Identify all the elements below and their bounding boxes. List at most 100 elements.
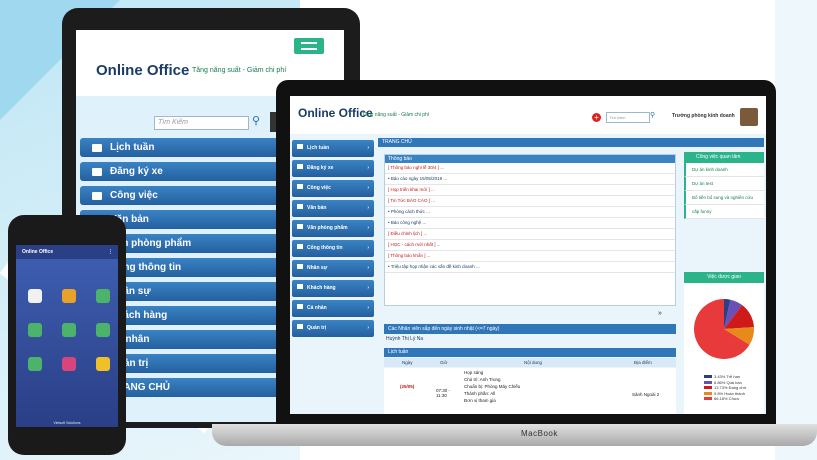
breadcrumb: TRANG CHỦ <box>378 138 764 147</box>
sidebar-item-ca-nhan[interactable]: Cá nhân › <box>292 300 374 317</box>
calendar-app-icon[interactable] <box>28 289 42 303</box>
task-icon <box>297 184 303 189</box>
portal-app-icon[interactable] <box>96 323 110 337</box>
task-item[interactable]: cấp funny <box>684 205 764 219</box>
car-app-icon[interactable] <box>62 289 76 303</box>
phone-footer: Vietsoft Solutions <box>53 421 81 425</box>
search-icon[interactable]: ⚲ <box>252 114 264 127</box>
sidebar-item-nhan-su[interactable]: Nhân sự › <box>292 260 374 277</box>
schedule-time: 07:30 - 11:30 <box>436 388 451 398</box>
phone-title: Online Office <box>22 249 54 255</box>
chevron-right-icon: › <box>367 165 369 171</box>
birthday-title: Các Nhân viên sắp đến ngày sinh nhật (<=… <box>384 324 676 334</box>
task-item[interactable]: Dự án kinh doanh <box>684 163 764 177</box>
user-menu[interactable]: Trưởng phòng kinh doanh <box>672 113 735 119</box>
schedule-content: Đơn vị tham gia <box>464 398 496 403</box>
schedule-content: Thành phần: All <box>464 391 496 396</box>
notice-item[interactable]: • Bảo công nghệ ... <box>385 218 675 229</box>
notice-item[interactable]: [ Thông báo khẩn ] ... <box>385 251 675 262</box>
pie-chart <box>694 299 754 359</box>
menu-item-lich-tuan[interactable]: Lịch tuần <box>80 138 286 157</box>
birthday-name[interactable]: Huỳnh Thị Lý Na <box>386 336 423 342</box>
laptop-screen: Online Office Tăng năng suất - Giảm chi … <box>290 96 766 414</box>
more-link[interactable]: » <box>658 310 662 317</box>
sidebar-item-quan-tri[interactable]: Quản trị › <box>292 320 374 337</box>
legend-label: 13.73% Đang chờ <box>714 385 747 390</box>
notice-item[interactable]: [ Họp triển khai mới ] ... <box>385 185 675 196</box>
col-place: Địa điểm <box>634 360 652 365</box>
schedule-row[interactable]: (25/05) 07:30 - 11:30 Họp sáng Chủ trì: … <box>384 368 676 414</box>
notices-title: Thông báo <box>385 155 675 163</box>
sidebar-item-cong-viec[interactable]: Công việc › <box>292 180 374 197</box>
schedule-title: Lịch tuần <box>384 348 676 357</box>
calendar-icon <box>297 144 303 149</box>
sidebar: Lịch tuần › Đăng ký xe › Công việc › Văn bả… <box>292 140 374 340</box>
more-icon[interactable]: ⋮ <box>108 245 113 259</box>
legend-entry: 66.18% Chưa <box>704 396 746 402</box>
search-icon[interactable]: ⚲ <box>650 111 655 119</box>
customer-icon <box>297 284 303 289</box>
hamburger-menu-button[interactable] <box>294 38 324 54</box>
chart-legend: 3.43% Trễ hạn 6.86% Quá hạn 13.73% Đang ch… <box>704 374 746 402</box>
add-icon[interactable]: + <box>592 113 601 122</box>
col-date: Ngày <box>402 360 413 365</box>
chevron-right-icon: › <box>367 325 369 331</box>
notice-item[interactable]: [ Điều chỉnh lịch ] ... <box>385 229 675 240</box>
sidebar-item-cong-thong-tin[interactable]: Cổng thông tin › <box>292 240 374 257</box>
document-app-icon[interactable] <box>28 323 42 337</box>
avatar[interactable] <box>740 108 758 126</box>
menu-item-cong-viec[interactable]: Công việc <box>80 186 286 205</box>
search-input[interactable]: Tìm Kiếm <box>154 116 249 130</box>
notice-item[interactable]: • Báo cáo ngày 15/05/2019 ... <box>385 174 675 185</box>
notices-panel: Thông báo [ Thông báo nghỉ lễ 30/4 ] ...… <box>384 154 676 306</box>
user-icon <box>297 304 303 309</box>
sidebar-item-van-phong-pham[interactable]: Văn phòng phẩm › <box>292 220 374 237</box>
chevron-right-icon: › <box>367 245 369 251</box>
car-icon <box>92 167 102 176</box>
task-item[interactable]: Dự án test <box>684 177 764 191</box>
task-app-icon[interactable] <box>96 289 110 303</box>
task-item[interactable]: Bổ tiền bổ sung và nghiên cứu <box>684 191 764 205</box>
legend-swatch <box>704 375 712 379</box>
laptop-device: Online Office Tăng năng suất - Giảm chi … <box>276 80 776 435</box>
search-input[interactable]: Tìm kiếm <box>606 112 650 123</box>
menu-item-dang-ky-xe[interactable]: Đăng ký xe <box>80 162 286 181</box>
legend-label: 66.18% Chưa <box>714 396 739 401</box>
notice-item[interactable]: [ Thông báo nghỉ lễ 30/4 ] ... <box>385 163 675 174</box>
schedule-header: Ngày Giờ Nội dung Địa điểm <box>384 358 676 367</box>
sidebar-item-khach-hang[interactable]: Khách hàng › <box>292 280 374 297</box>
legend-label: 3.43% Trễ hạn <box>714 374 741 379</box>
calendar-icon <box>92 143 102 152</box>
phone-title-bar: Online Office ⋮ <box>16 245 118 259</box>
legend-label: 9.8% Hoàn thành <box>714 390 745 396</box>
assigned-chart-panel: Việc được giao 3.43% Trễ hạn 6.86% Quá hạ… <box>684 272 764 414</box>
people-app-icon[interactable] <box>28 357 42 371</box>
chevron-right-icon: › <box>367 185 369 191</box>
tasks-panel: Công việc quan tâm Dự án kinh doanh Dự á… <box>684 152 764 219</box>
app-slogan: Tăng năng suất - Giảm chi phí <box>362 112 430 118</box>
schedule-content: Chủ trì: Anh Trung <box>464 377 501 382</box>
task-icon <box>92 191 102 200</box>
sidebar-item-van-ban[interactable]: Văn bản › <box>292 200 374 217</box>
notice-item[interactable]: [ HỌC - cách mới nhất ] ... <box>385 240 675 251</box>
notice-item[interactable]: [ Tin Tức BÁO CÁO ] ... <box>385 196 675 207</box>
chevron-right-icon: › <box>367 265 369 271</box>
legend-swatch <box>704 380 712 384</box>
portal-icon <box>297 244 303 249</box>
chevron-right-icon: › <box>367 305 369 311</box>
chat-app-icon[interactable] <box>96 357 110 371</box>
schedule-place: Sảnh Ngoài 2 <box>632 392 660 397</box>
sidebar-item-dang-ky-xe[interactable]: Đăng ký xe › <box>292 160 374 177</box>
laptop-brand: MacBook <box>521 429 558 438</box>
schedule-app-icon[interactable] <box>62 357 76 371</box>
stationery-app-icon[interactable] <box>62 323 76 337</box>
car-icon <box>297 164 303 169</box>
sidebar-item-lich-tuan[interactable]: Lịch tuần › <box>292 140 374 157</box>
phone-screen: Online Office ⋮ Vietsoft Solutions <box>16 245 118 427</box>
legend-swatch <box>704 391 712 395</box>
background-right <box>775 0 817 460</box>
notice-item[interactable]: • Triệu tập họp nhận các vấn đề kinh doa… <box>385 262 675 273</box>
schedule-content: Chuẩn bị: Phòng Máy Chiếu <box>464 384 521 389</box>
notice-item[interactable]: • Phòng cách thức ... <box>385 207 675 218</box>
document-icon <box>297 204 303 209</box>
